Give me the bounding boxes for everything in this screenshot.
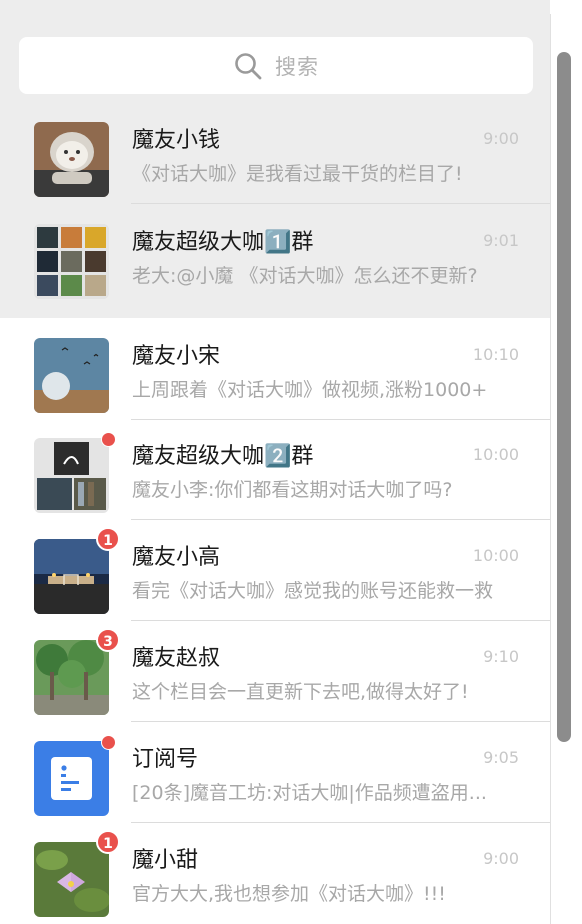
avatar bbox=[34, 122, 109, 197]
chat-preview: 《对话大咖》是我看过最干货的栏目了! bbox=[132, 163, 463, 185]
chat-item-subscriptions[interactable]: 订阅号 9:05 [20条]魔音工坊:对话大咖|作品频遭盗用... bbox=[0, 721, 550, 823]
chat-time: 9:01 bbox=[483, 231, 519, 250]
search-placeholder: 搜索 bbox=[275, 54, 319, 79]
search-icon bbox=[233, 51, 263, 81]
avatar bbox=[34, 842, 109, 917]
unread-dot bbox=[101, 432, 116, 447]
chat-time: 9:00 bbox=[483, 129, 519, 148]
unread-count-badge: 1 bbox=[96, 527, 120, 551]
chat-preview: 看完《对话大咖》感觉我的账号还能救一救 bbox=[132, 580, 494, 602]
avatar bbox=[34, 539, 109, 614]
chat-item-moyou-zhaoshu[interactable]: 3 魔友赵叔 9:10 这个栏目会一直更新下去吧,做得太好了! bbox=[0, 620, 550, 722]
chat-preview: 魔友小李:你们都看这期对话大咖了吗? bbox=[132, 479, 453, 501]
scrollbar-thumb[interactable] bbox=[557, 52, 571, 742]
unread-count-badge: 1 bbox=[96, 830, 120, 854]
subscription-icon bbox=[34, 741, 109, 816]
chat-time: 9:10 bbox=[483, 647, 519, 666]
chat-name: 魔友超级大咖1️⃣群 bbox=[132, 230, 314, 255]
chat-name: 魔友小高 bbox=[132, 545, 221, 570]
chat-item-group-2[interactable]: 魔友超级大咖2️⃣群 10:00 魔友小李:你们都看这期对话大咖了吗? bbox=[0, 418, 550, 520]
chat-preview: 上周跟着《对话大咖》做视频,涨粉1000+ bbox=[132, 379, 488, 401]
chat-name: 魔友小宋 bbox=[132, 344, 221, 369]
chat-name: 魔友赵叔 bbox=[132, 646, 221, 671]
chat-item-moyou-xiaoqian[interactable]: 魔友小钱 9:00 《对话大咖》是我看过最干货的栏目了! bbox=[0, 102, 550, 204]
chat-time: 10:10 bbox=[472, 345, 519, 364]
chat-time: 10:00 bbox=[472, 546, 519, 565]
unread-dot bbox=[101, 735, 116, 750]
search-input[interactable]: 搜索 bbox=[19, 37, 533, 94]
chat-item-moyou-xiaosong[interactable]: 魔友小宋 10:10 上周跟着《对话大咖》做视频,涨粉1000+ bbox=[0, 318, 550, 420]
avatar bbox=[34, 438, 109, 513]
chat-name: 魔友超级大咖2️⃣群 bbox=[132, 444, 314, 469]
chat-item-moxiaotian[interactable]: 1 魔小甜 9:00 官方大大,我也想参加《对话大咖》!!! bbox=[0, 822, 550, 924]
chat-preview: 这个栏目会一直更新下去吧,做得太好了! bbox=[132, 681, 469, 703]
avatar bbox=[34, 640, 109, 715]
chat-item-moyou-xiaogao[interactable]: 1 魔友小高 10:00 看完《对话大咖》感觉我的账号还能救一救 bbox=[0, 519, 550, 621]
chat-name: 魔友小钱 bbox=[132, 128, 221, 153]
chat-time: 10:00 bbox=[472, 445, 519, 464]
chat-preview: 老大:@小魔 《对话大咖》怎么还不更新? bbox=[132, 265, 478, 287]
chat-name: 订阅号 bbox=[132, 747, 199, 772]
avatar bbox=[34, 338, 109, 413]
avatar bbox=[34, 224, 109, 299]
chat-preview: [20条]魔音工坊:对话大咖|作品频遭盗用... bbox=[132, 782, 487, 804]
chat-item-group-1[interactable]: 魔友超级大咖1️⃣群 9:01 老大:@小魔 《对话大咖》怎么还不更新? bbox=[0, 204, 550, 306]
chat-name: 魔小甜 bbox=[132, 848, 199, 873]
chat-time: 9:05 bbox=[483, 748, 519, 767]
chat-time: 9:00 bbox=[483, 849, 519, 868]
chat-preview: 官方大大,我也想参加《对话大咖》!!! bbox=[132, 883, 446, 905]
unread-count-badge: 3 bbox=[96, 628, 120, 652]
